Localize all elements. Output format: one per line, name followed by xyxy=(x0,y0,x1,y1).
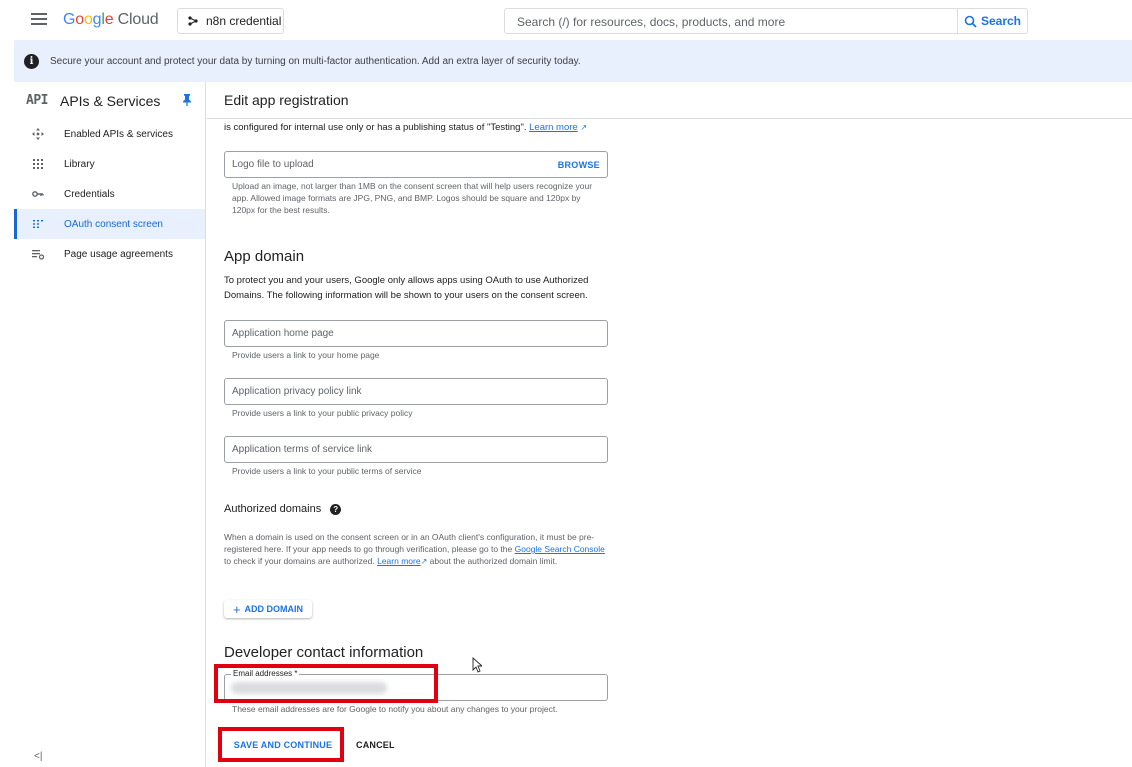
top-bar: Google Cloud n8n credential Search (/) f… xyxy=(0,0,1132,40)
terms-of-service-field[interactable]: Application terms of service link xyxy=(224,436,608,463)
help-icon[interactable]: ? xyxy=(330,503,342,515)
consent-icon xyxy=(32,218,44,230)
developer-contact-heading: Developer contact information xyxy=(224,644,424,661)
learn-more-link[interactable]: Learn more xyxy=(377,556,420,566)
key-icon xyxy=(32,188,44,200)
search-input[interactable]: Search (/) for resources, docs, products… xyxy=(504,8,958,34)
external-link-icon: ↗ xyxy=(580,123,588,132)
sidebar: API APIs & Services Enabled APIs & servi… xyxy=(14,82,206,767)
privacy-policy-hint: Provide users a link to your public priv… xyxy=(232,408,413,418)
authorized-domains-text: to check if your domains are authorized. xyxy=(224,556,375,566)
project-picker-button[interactable]: n8n credential xyxy=(177,8,284,34)
collapse-sidebar-icon[interactable]: <| xyxy=(34,751,42,762)
add-domain-label: ADD DOMAIN xyxy=(244,604,304,614)
move-icon xyxy=(32,128,44,140)
library-icon xyxy=(32,158,44,170)
app-domain-heading: App domain xyxy=(224,248,305,265)
save-highlight-box xyxy=(218,727,344,762)
pin-icon[interactable] xyxy=(182,94,192,106)
authorized-domains-description: When a domain is used on the consent scr… xyxy=(224,531,608,568)
intro-text: is configured for internal use only or h… xyxy=(224,122,587,133)
cancel-button[interactable]: CANCEL xyxy=(356,734,395,756)
intro-copy: is configured for internal use only or h… xyxy=(224,122,527,133)
project-name: n8n credential xyxy=(206,14,282,28)
mfa-banner: i Secure your account and protect your d… xyxy=(14,40,1132,82)
email-highlight-box xyxy=(214,664,438,703)
google-cloud-logo[interactable]: Google Cloud xyxy=(63,11,159,29)
browse-button[interactable]: BROWSE xyxy=(558,160,600,170)
menu-icon[interactable] xyxy=(31,13,49,27)
project-icon xyxy=(188,16,198,26)
search-button-label: Search xyxy=(980,14,1022,28)
app-domain-description: To protect you and your users, Google on… xyxy=(224,275,589,301)
search-icon xyxy=(964,15,977,28)
info-icon: i xyxy=(24,53,39,69)
sidebar-item-credentials[interactable]: Credentials xyxy=(14,179,205,209)
home-page-field[interactable]: Application home page xyxy=(224,320,608,347)
email-hint: These email addresses are for Google to … xyxy=(232,704,558,714)
logo-upload-field[interactable]: Logo file to upload BROWSE xyxy=(224,151,608,178)
banner-text: Secure your account and protect your dat… xyxy=(50,55,581,67)
mouse-cursor-icon xyxy=(472,657,482,673)
sidebar-header: API APIs & Services xyxy=(14,82,205,119)
sidebar-item-label: Library xyxy=(64,158,95,170)
sidebar-item-label: OAuth consent screen xyxy=(64,218,163,230)
plus-icon: + xyxy=(232,601,241,617)
search-console-link[interactable]: Google Search Console xyxy=(515,544,605,554)
authorized-domains-heading: Authorized domains ? xyxy=(224,503,342,515)
sidebar-item-label: Page usage agreements xyxy=(64,248,173,260)
external-link-icon: ↗ xyxy=(420,557,428,566)
logo-hint: Upload an image, not larger than 1MB on … xyxy=(232,181,593,215)
api-icon: API xyxy=(26,93,48,108)
terms-of-service-hint: Provide users a link to your public term… xyxy=(232,466,422,476)
page-title: Edit app registration xyxy=(207,82,1132,119)
privacy-policy-field[interactable]: Application privacy policy link xyxy=(224,378,608,405)
sidebar-item-library[interactable]: Library xyxy=(14,149,205,179)
authorized-domains-title: Authorized domains xyxy=(224,503,322,515)
authorized-domains-text: about the authorized domain limit. xyxy=(429,556,558,566)
sidebar-item-oauth-consent[interactable]: OAuth consent screen xyxy=(14,209,205,239)
sidebar-item-enabled-apis[interactable]: Enabled APIs & services xyxy=(14,119,205,149)
sidebar-item-label: Credentials xyxy=(64,188,115,200)
sidebar-title: APIs & Services xyxy=(59,92,161,109)
search-button[interactable]: Search xyxy=(957,8,1028,34)
logo-upload-placeholder: Logo file to upload xyxy=(232,159,314,170)
learn-more-link[interactable]: Learn more xyxy=(529,122,578,133)
home-page-hint: Provide users a link to your home page xyxy=(232,350,380,360)
sidebar-item-label: Enabled APIs & services xyxy=(64,128,173,140)
sidebar-item-page-usage[interactable]: Page usage agreements xyxy=(14,239,205,269)
settings-list-icon xyxy=(32,248,44,260)
add-domain-button[interactable]: + ADD DOMAIN xyxy=(224,600,312,618)
